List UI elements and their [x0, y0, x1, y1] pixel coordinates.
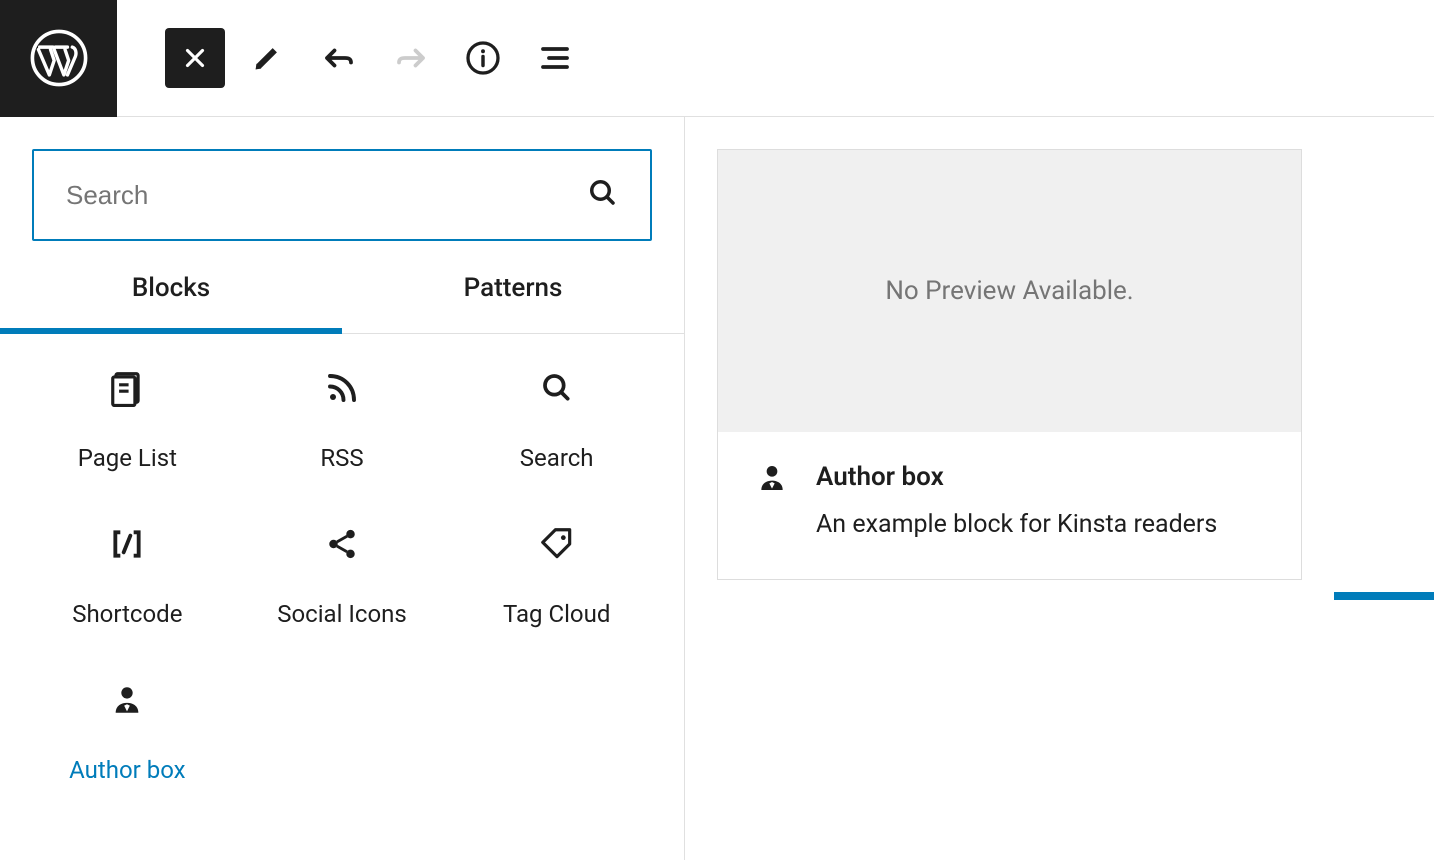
list-view-button[interactable]: [525, 28, 585, 88]
wordpress-logo[interactable]: [0, 0, 117, 117]
edit-tool-button[interactable]: [237, 28, 297, 88]
search-box: [32, 149, 652, 241]
block-tag-cloud[interactable]: Tag Cloud: [449, 498, 664, 654]
author-box-icon: [110, 680, 144, 720]
author-icon: [756, 462, 788, 539]
tab-blocks[interactable]: Blocks: [0, 273, 342, 333]
preview-title: Author box: [816, 462, 1217, 492]
block-shortcode[interactable]: Shortcode: [20, 498, 235, 654]
block-rss[interactable]: RSS: [235, 342, 450, 498]
block-social-icons[interactable]: Social Icons: [235, 498, 450, 654]
undo-button[interactable]: [309, 28, 369, 88]
block-preview-panel: No Preview Available. Author box An exam…: [685, 117, 1434, 860]
details-button[interactable]: [453, 28, 513, 88]
block-page-list[interactable]: Page List: [20, 342, 235, 498]
block-label: Author box: [69, 756, 185, 784]
tag-cloud-icon: [538, 524, 576, 564]
search-icon: [588, 178, 618, 212]
preview-info: Author box An example block for Kinsta r…: [718, 432, 1301, 579]
accent-bar: [1334, 592, 1434, 600]
search-block-icon: [541, 368, 573, 408]
block-label: Social Icons: [277, 600, 407, 628]
block-label: Tag Cloud: [503, 600, 610, 628]
shortcode-icon: [107, 524, 147, 564]
social-icons-icon: [325, 524, 359, 564]
search-input[interactable]: [66, 180, 588, 211]
tab-patterns[interactable]: Patterns: [342, 273, 684, 333]
blocks-grid: Page List RSS Search Shortcode: [0, 334, 684, 818]
block-search[interactable]: Search: [449, 342, 664, 498]
block-label: Search: [520, 444, 594, 472]
preview-placeholder: No Preview Available.: [718, 150, 1301, 432]
block-author-box[interactable]: Author box: [20, 654, 235, 810]
toggle-inserter-button[interactable]: [165, 28, 225, 88]
block-inserter-panel: Blocks Patterns Page List RSS Search: [0, 117, 685, 860]
redo-button: [381, 28, 441, 88]
page-list-icon: [108, 368, 146, 408]
preview-card: No Preview Available. Author box An exam…: [717, 149, 1302, 580]
preview-description: An example block for Kinsta readers: [816, 510, 1217, 539]
editor-toolbar: [0, 0, 1434, 117]
block-label: RSS: [320, 444, 363, 472]
block-label: Page List: [78, 444, 177, 472]
rss-icon: [324, 368, 360, 408]
block-label: Shortcode: [72, 600, 182, 628]
inserter-tabs: Blocks Patterns: [0, 273, 684, 334]
